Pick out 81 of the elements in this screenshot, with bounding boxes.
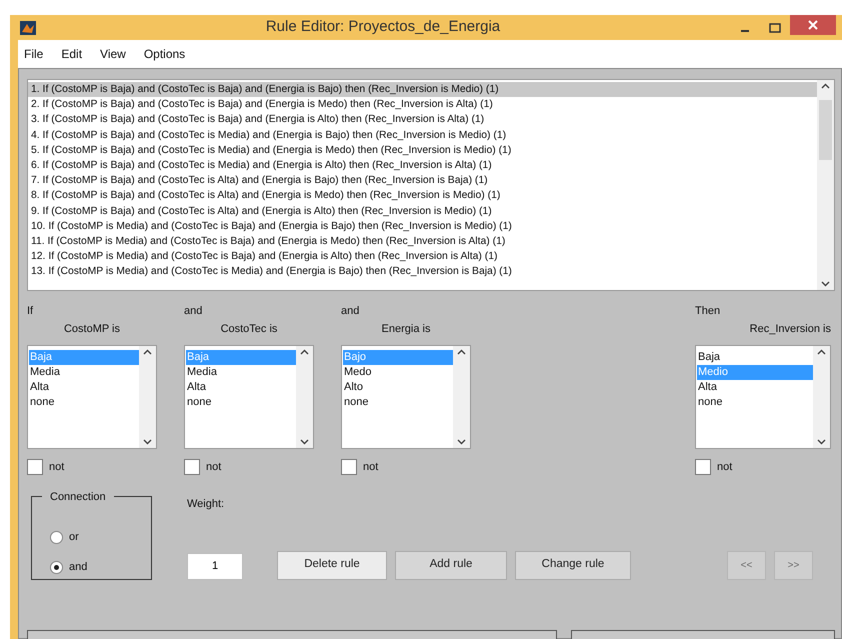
close-icon (808, 20, 818, 30)
chevron-down-icon[interactable] (300, 439, 309, 445)
variable-label: CostoMP is (64, 323, 120, 335)
chevron-up-icon[interactable] (300, 349, 309, 355)
checkbox[interactable] (341, 459, 357, 476)
rule-row[interactable]: 6. If (CostoMP is Baja) and (CostoTec is Media) and (Energia is Alto) then (Rec_Inversion is Alta) (1) (28, 158, 817, 174)
scrollbar[interactable] (139, 346, 156, 448)
menu-item[interactable]: Options (144, 45, 186, 63)
connector-label: and (341, 305, 360, 317)
list-option[interactable]: Alta (186, 380, 296, 395)
rule-button[interactable]: Add rule (395, 550, 507, 580)
rule-row[interactable]: 8. If (CostoMP is Baja) and (CostoTec is Alta) and (Energia is Medo) then (Rec_Inversion is Medio) (1) (28, 188, 817, 204)
checkbox-label: not (49, 460, 64, 475)
rule-button[interactable]: Delete rule (277, 550, 387, 580)
radio-button[interactable] (50, 531, 63, 544)
radio-label: and (69, 560, 88, 576)
scrollbar[interactable] (296, 346, 313, 448)
list-option[interactable]: Alta (697, 380, 813, 395)
membership-list[interactable]: Baja Medio Alta none (695, 345, 831, 449)
rule-row[interactable]: 9. If (CostoMP is Baja) and (CostoTec is Alta) and (Energia is Alto) then (Rec_Inversion is Medio) (1) (28, 204, 817, 219)
list-option[interactable]: Alto (343, 380, 453, 395)
weight-field[interactable]: 1 (187, 552, 243, 580)
maximize-icon (769, 22, 781, 32)
radio-button[interactable] (50, 561, 63, 574)
list-option[interactable]: Baja (697, 350, 813, 365)
rule-row[interactable]: 2. If (CostoMP is Baja) and (CostoTec is Baja) and (Energia is Medo) then (Rec_Inversion is Alta) (1) (28, 97, 817, 112)
rule-row[interactable]: 12. If (CostoMP is Media) and (CostoTec is Baja) and (Energia is Alto) then (Rec_Inversion is Alta) (1) (28, 249, 817, 264)
variable-label: Energia is (382, 323, 430, 335)
checkbox-label: not (717, 460, 732, 475)
chevron-down-icon[interactable] (143, 439, 152, 445)
rule-row[interactable]: 11. If (CostoMP is Media) and (CostoTec is Baja) and (Energia is Medo) then (Rec_Inversion is Alta) (1) (28, 234, 817, 250)
list-option[interactable]: Media (29, 365, 139, 380)
menu-item[interactable]: View (100, 45, 126, 63)
app-logo-icon (20, 20, 36, 36)
chevron-down-icon[interactable] (821, 281, 830, 287)
window-title: Rule Editor: Proyectos_de_Energia (264, 17, 502, 38)
rule-row[interactable]: 3. If (CostoMP is Baja) and (CostoTec is Baja) and (Energia is Alto) then (Rec_Inversion is Alta) (1) (28, 112, 817, 128)
list-option[interactable]: none (186, 395, 296, 410)
scrollbar[interactable] (817, 80, 834, 290)
rule-list[interactable] (27, 79, 835, 291)
close-button[interactable] (790, 15, 836, 35)
variable-label: Rec_Inversion is (750, 323, 831, 335)
weight-label: Weight: (187, 496, 226, 512)
rule-row[interactable]: 4. If (CostoMP is Baja) and (CostoTec is Media) and (Energia is Bajo) then (Rec_Inversion is Medio) (1) (28, 128, 817, 143)
rule-row[interactable]: 1. If (CostoMP is Baja) and (CostoTec is Baja) and (Energia is Bajo) then (Rec_Inversion is Medio) (1) (28, 82, 817, 98)
rule-row[interactable]: 7. If (CostoMP is Baja) and (CostoTec is Alta) and (Energia is Bajo) then (Rec_Inversion is Baja) (1) (28, 173, 817, 188)
membership-list[interactable]: Baja Media Alta none (184, 345, 314, 449)
scrollbar[interactable] (453, 346, 470, 448)
rule-button[interactable]: Change rule (515, 550, 631, 580)
checkbox[interactable] (27, 459, 43, 476)
membership-list[interactable]: Baja Media Alta none (27, 345, 157, 449)
chevron-up-icon[interactable] (143, 349, 152, 355)
list-option[interactable]: none (697, 395, 813, 410)
scroll-thumb[interactable] (819, 100, 832, 160)
list-option[interactable]: Alta (29, 380, 139, 395)
list-option[interactable]: none (29, 395, 139, 410)
connector-label: If (27, 305, 34, 317)
connector-label: Then (695, 305, 720, 317)
connector-label: and (184, 305, 202, 317)
rule-row[interactable]: 13. If (CostoMP is Media) and (CostoTec is Media) and (Energia is Bajo) then (Rec_Inversion is Baja) (1) (28, 264, 817, 280)
menu-item[interactable]: File (24, 45, 44, 63)
radio-label: or (69, 530, 79, 546)
minimize-icon (741, 30, 749, 32)
chevron-up-icon[interactable] (821, 83, 830, 89)
checkbox[interactable] (695, 459, 711, 476)
checkbox-label: not (206, 460, 222, 475)
scrollbar[interactable] (813, 346, 830, 448)
chevron-down-icon[interactable] (817, 439, 826, 445)
menu-item[interactable]: Edit (61, 45, 82, 63)
membership-list[interactable]: Bajo Medo Alto none (341, 345, 471, 449)
checkbox-label: not (363, 460, 378, 475)
list-option[interactable]: none (343, 395, 453, 410)
list-option[interactable]: Medo (343, 365, 453, 380)
variable-label: CostoTec is (220, 323, 278, 335)
chevron-up-icon[interactable] (457, 349, 466, 355)
rule-row[interactable]: 5. If (CostoMP is Baja) and (CostoTec is Media) and (Energia is Medo) then (Rec_Inversion is Medio) (1) (28, 142, 817, 158)
checkbox[interactable] (184, 459, 200, 476)
list-option[interactable]: Media (186, 365, 296, 380)
chevron-up-icon[interactable] (817, 349, 826, 355)
rule-row[interactable]: 10. If (CostoMP is Media) and (CostoTec is Baja) and (Energia is Bajo) then (Rec_Inversion is Medio) (1) (28, 218, 817, 234)
chevron-down-icon[interactable] (457, 439, 466, 445)
